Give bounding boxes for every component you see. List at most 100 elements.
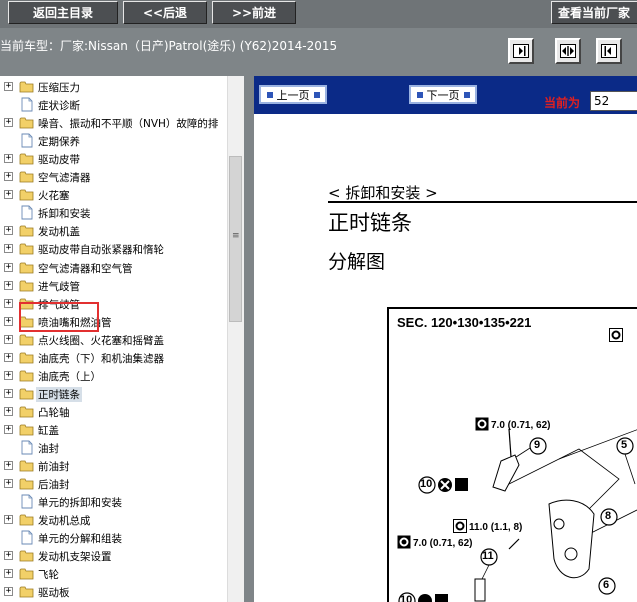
tree-item-label: 缸盖 xyxy=(38,424,59,437)
panel-divider[interactable] xyxy=(244,76,254,602)
prev-page-button[interactable]: 上一页 xyxy=(259,85,327,104)
collapse-right-button[interactable] xyxy=(596,38,622,64)
expand-icon[interactable]: + xyxy=(4,587,13,597)
next-page-button[interactable]: 下一页 xyxy=(409,85,477,104)
expand-left-icon xyxy=(513,44,529,58)
tree-item[interactable]: + 前油封 xyxy=(0,457,227,475)
table-of-contents-tree: + 压缩压力 症状诊断 + 噪音、振动和不平顺（NVH）故障的排 定期保养 + 驱动皮带 + 空气… xyxy=(0,76,227,602)
expand-icon[interactable]: + xyxy=(4,172,13,182)
folder-icon xyxy=(19,81,34,93)
expand-icon[interactable]: + xyxy=(4,262,13,272)
tree-item[interactable]: 单元的分解和组装 xyxy=(0,529,227,547)
expand-icon[interactable]: + xyxy=(4,352,13,362)
tree-item[interactable]: 拆卸和安装 xyxy=(0,204,227,222)
expand-icon[interactable]: + xyxy=(4,82,13,91)
folder-icon xyxy=(19,334,34,346)
tree-item-label: 拆卸和安装 xyxy=(38,208,91,221)
left-arrow-icon xyxy=(266,91,273,98)
tree-item[interactable]: + 飞轮 xyxy=(0,565,227,583)
expand-icon[interactable]: + xyxy=(4,388,13,398)
tree-item-label: 压缩压力 xyxy=(38,82,80,94)
tree-item[interactable]: 油封 xyxy=(0,439,227,457)
tree-item[interactable]: 单元的拆卸和安装 xyxy=(0,493,227,511)
expand-icon[interactable]: + xyxy=(4,316,13,326)
expand-icon[interactable]: + xyxy=(4,154,13,164)
document-icon xyxy=(21,133,33,148)
expand-icon[interactable]: + xyxy=(4,424,13,434)
expand-icon[interactable]: + xyxy=(4,370,13,380)
expand-icon[interactable]: + xyxy=(4,406,13,416)
tree-item[interactable]: + 驱动皮带 xyxy=(0,150,227,168)
back-button[interactable]: <<后退 xyxy=(123,1,207,24)
tree-scrollbar[interactable]: ≡ xyxy=(227,76,244,602)
tree-item[interactable]: + 空气滤清器和空气管 xyxy=(0,259,227,277)
folder-icon xyxy=(19,424,34,436)
tree-item[interactable]: + 进气歧管 xyxy=(0,277,227,295)
expand-right-icon xyxy=(601,44,617,58)
forward-button[interactable]: >>前进 xyxy=(212,1,296,24)
tree-item-label: 飞轮 xyxy=(38,569,59,582)
tree-item[interactable]: + 发动机支架设置 xyxy=(0,547,227,565)
page-number-input[interactable] xyxy=(590,91,637,111)
tree-item-label: 症状诊断 xyxy=(38,100,80,113)
folder-icon xyxy=(19,460,34,472)
tree-item-label: 后油封 xyxy=(38,479,70,492)
expand-icon[interactable]: + xyxy=(4,190,13,200)
expand-icon[interactable]: + xyxy=(4,118,13,128)
page-subtitle: 分解图 xyxy=(328,251,386,273)
tree-item[interactable]: + 压缩压力 xyxy=(0,78,227,96)
tree-item[interactable]: + 驱动皮带自动张紧器和惰轮 xyxy=(0,240,227,258)
folder-icon xyxy=(19,514,34,526)
tree-item-label: 驱动皮带 xyxy=(38,154,80,167)
folder-icon xyxy=(19,225,34,237)
scrollbar-thumb[interactable]: ≡ xyxy=(229,156,242,322)
home-button[interactable]: 返回主目录 xyxy=(8,1,118,24)
tree-item[interactable]: + 油底壳（下）和机油集滤器 xyxy=(0,349,227,367)
expand-icon[interactable]: + xyxy=(4,226,13,236)
current-page-label: 当前为 xyxy=(544,96,581,110)
expand-icon[interactable]: + xyxy=(4,551,13,561)
tree-item[interactable]: + 火花塞 xyxy=(0,186,227,204)
tree-item-label: 空气滤清器和空气管 xyxy=(38,262,133,275)
parts-drawing xyxy=(398,428,637,602)
tree-item[interactable]: + 点火线圈、火花塞和摇臂盖 xyxy=(0,331,227,349)
expand-icon[interactable]: + xyxy=(4,569,13,579)
split-view-button[interactable] xyxy=(555,38,581,64)
tree-item[interactable]: + 缸盖 xyxy=(0,421,227,439)
section-divider xyxy=(328,201,637,203)
view-manufacturer-button[interactable]: 查看当前厂家 xyxy=(551,1,637,24)
tree-item[interactable]: + 后油封 xyxy=(0,475,227,493)
expand-icon[interactable]: + xyxy=(4,244,13,254)
expand-icon[interactable]: + xyxy=(4,461,13,471)
tree-item-label: 油底壳（下）和机油集滤器 xyxy=(38,352,164,365)
tree-item[interactable]: + 空气滤清器 xyxy=(0,168,227,186)
tree-item[interactable]: + 凸轮轴 xyxy=(0,403,227,421)
tree-item[interactable]: + 发动机总成 xyxy=(0,511,227,529)
tree-item[interactable]: + 油底壳（上） xyxy=(0,367,227,385)
callout-11: 11 xyxy=(482,550,494,562)
tree-item[interactable]: + 发动机盖 xyxy=(0,222,227,240)
folder-icon xyxy=(19,153,34,165)
folder-icon xyxy=(19,370,34,382)
expand-icon[interactable]: + xyxy=(4,280,13,290)
expand-icon[interactable]: + xyxy=(4,515,13,525)
tree-item-label: 驱动皮带自动张紧器和惰轮 xyxy=(38,244,164,257)
vehicle-bar: 当前车型：厂家:Nissan（日产)Patrol(途乐) (Y62)2014-2… xyxy=(0,28,637,76)
expand-icon[interactable]: + xyxy=(4,479,13,489)
tree-item-label: 发动机总成 xyxy=(38,515,91,528)
folder-icon xyxy=(19,586,34,598)
tree-item[interactable]: + 噪音、振动和不平顺（NVH）故障的排 xyxy=(0,114,227,132)
collapse-left-button[interactable] xyxy=(508,38,534,64)
next-page-label: 下一页 xyxy=(426,88,460,102)
folder-icon xyxy=(19,478,34,490)
tree-item[interactable]: + 驱动板 xyxy=(0,583,227,601)
tree-item[interactable]: 症状诊断 xyxy=(0,96,227,114)
tree-item-selected[interactable]: + 正时链条 xyxy=(0,385,227,403)
expand-icon[interactable]: + xyxy=(4,334,13,344)
tree-item-label: 正时链条 xyxy=(36,386,82,402)
callout-5: 5 xyxy=(621,439,628,451)
tree-item-label: 进气歧管 xyxy=(38,280,80,293)
tree-item[interactable]: 定期保养 xyxy=(0,132,227,150)
expand-icon[interactable]: + xyxy=(4,298,13,308)
folder-icon xyxy=(19,568,34,580)
